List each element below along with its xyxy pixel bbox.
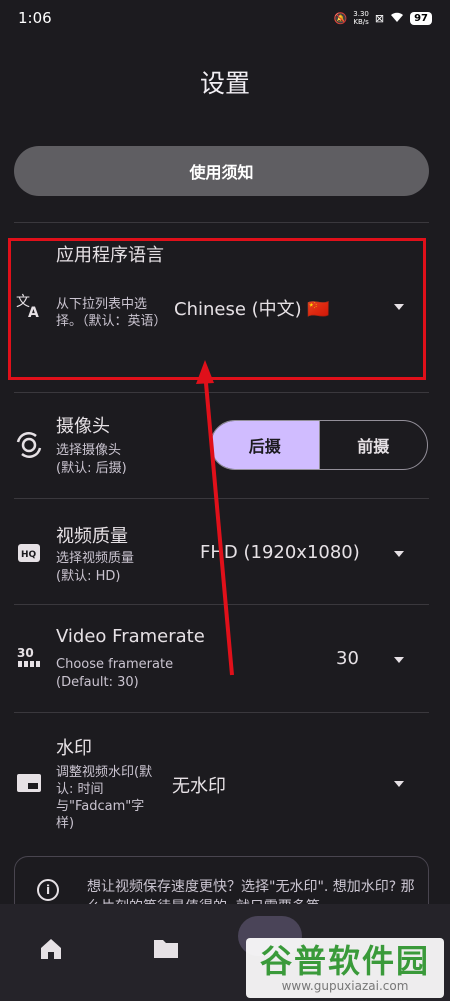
video-quality-description: 选择视频质量 <box>56 551 135 566</box>
hq-icon: HQ <box>14 538 44 568</box>
watermark-icon <box>14 768 44 798</box>
speed-value: 3.30 <box>353 10 369 18</box>
divider <box>14 222 429 223</box>
camera-default: (默认: 后摄) <box>56 461 127 476</box>
status-time: 1:06 <box>18 9 52 27</box>
divider <box>14 498 429 499</box>
camera-description: 选择摄像头 <box>56 443 122 458</box>
framerate-default: (Default: 30) <box>56 675 139 690</box>
watermark-title: 水印 <box>56 738 92 759</box>
mute-icon: 🔕 <box>333 11 348 25</box>
chevron-down-icon[interactable] <box>394 551 404 557</box>
watermark-dropdown-value[interactable]: 无水印 <box>172 772 226 798</box>
home-icon[interactable] <box>38 936 66 964</box>
watermark-description: 调整视频水印(默认: 时间与"Fadcam"字样) <box>56 765 153 831</box>
framerate-icon: 30 <box>14 642 44 672</box>
rear-camera-option[interactable]: 后摄 <box>211 421 319 469</box>
chevron-down-icon[interactable] <box>394 657 404 663</box>
site-watermark-logo: 谷普软件园 www.gupuxiazai.com <box>246 938 444 998</box>
divider <box>14 712 429 713</box>
page-title: 设置 <box>199 69 250 98</box>
network-speed: 3.30 KB/s <box>353 10 369 26</box>
watermark-setting-row[interactable]: 水印 调整视频水印(默认: 时间与"Fadcam"字样) 无水印 <box>0 722 450 846</box>
divider <box>14 604 429 605</box>
chevron-down-icon[interactable] <box>394 781 404 787</box>
video-quality-dropdown-value[interactable]: FHD (1920x1080) <box>200 542 360 563</box>
wifi-icon <box>390 11 404 26</box>
status-bar: 1:06 🔕 3.30 KB/s ⊠ 97 <box>0 0 450 36</box>
folder-icon[interactable] <box>152 936 180 964</box>
svg-text:30: 30 <box>17 646 34 660</box>
sim-icon: ⊠ <box>374 11 385 25</box>
framerate-dropdown-value[interactable]: 30 <box>336 648 359 669</box>
camera-title: 摄像头 <box>56 416 110 437</box>
info-icon: i <box>37 879 59 901</box>
framerate-row[interactable]: 30 Video Framerate Choose framerate (Def… <box>0 612 450 708</box>
camera-switch-icon <box>14 430 44 460</box>
divider <box>14 392 429 393</box>
svg-text:HQ: HQ <box>21 550 37 560</box>
usage-notice-button[interactable]: 使用须知 <box>14 146 429 196</box>
highlight-annotation-box <box>8 238 426 380</box>
status-icons: 🔕 3.30 KB/s ⊠ 97 <box>334 10 432 26</box>
video-quality-title: 视频质量 <box>56 526 128 547</box>
video-quality-row[interactable]: HQ 视频质量 选择视频质量 (默认: HD) FHD (1920x1080) <box>0 508 450 604</box>
video-quality-default: (默认: HD) <box>56 569 121 584</box>
battery-indicator: 97 <box>410 11 432 25</box>
front-camera-option[interactable]: 前摄 <box>318 421 428 469</box>
framerate-title: Video Framerate <box>56 626 205 647</box>
speed-unit: KB/s <box>353 18 369 26</box>
framerate-description: Choose framerate <box>56 657 174 672</box>
watermark-url: www.gupuxiazai.com <box>281 979 409 993</box>
camera-segmented-control: 后摄 前摄 <box>210 420 428 470</box>
watermark-logo-text: 谷普软件园 <box>259 942 430 980</box>
